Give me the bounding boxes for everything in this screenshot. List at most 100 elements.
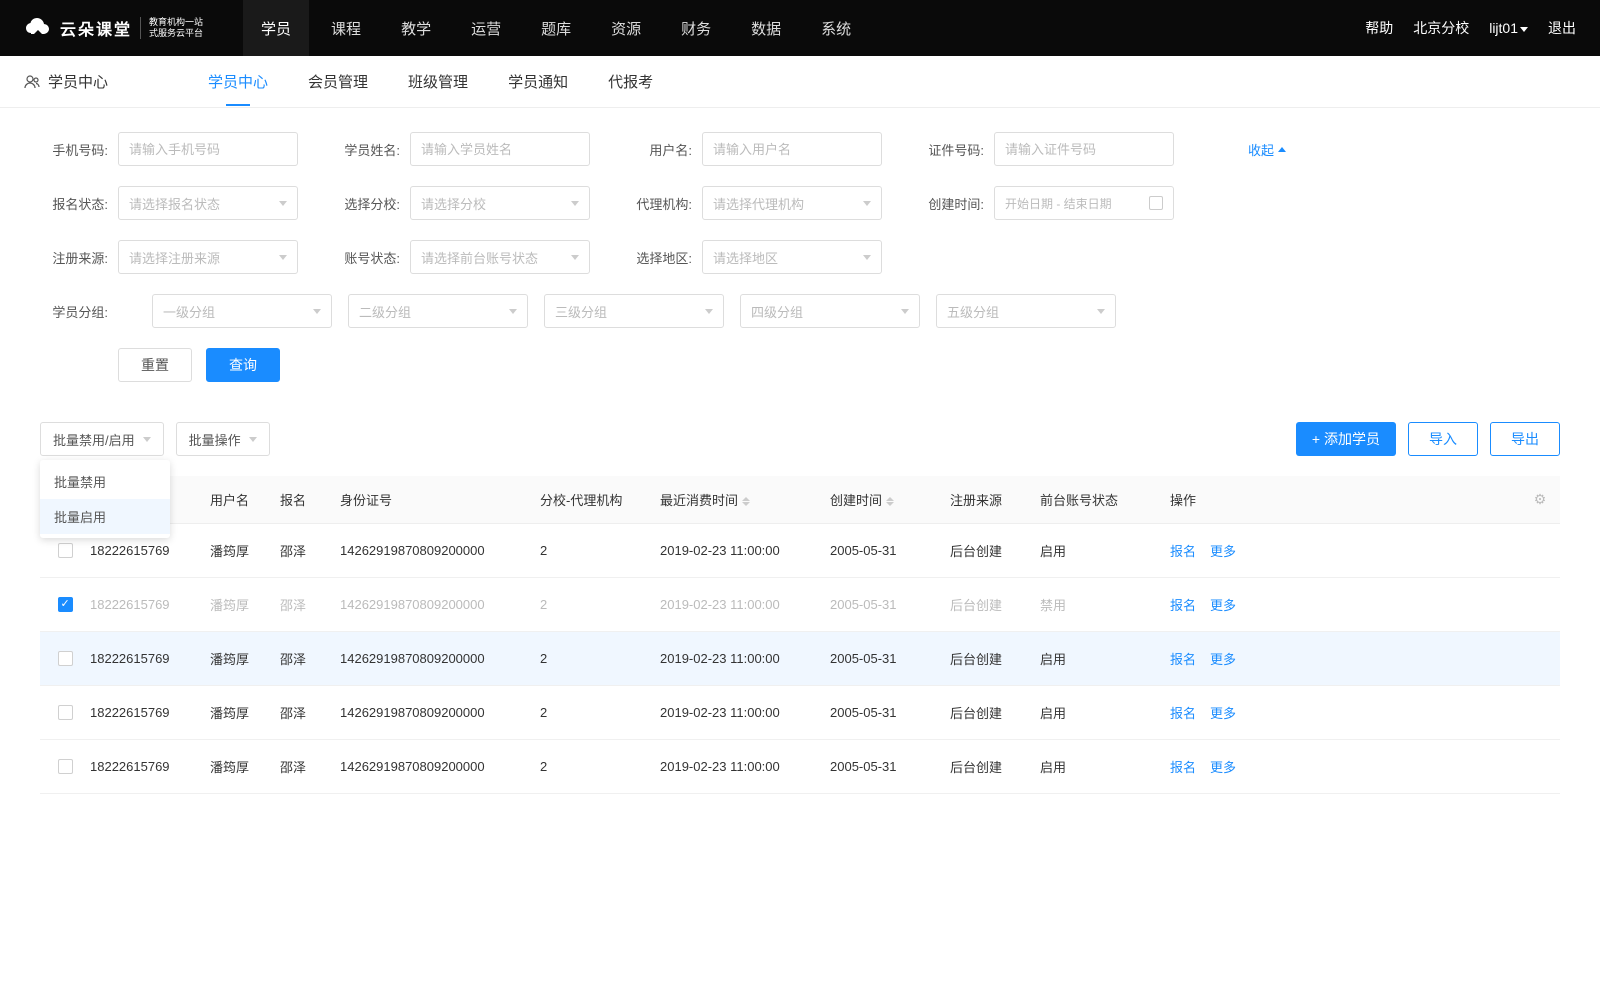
chevron-down-icon (901, 309, 909, 314)
chevron-down-icon (863, 255, 871, 260)
table-row: 18222615769潘筠厚邵泽142629198708092000002201… (40, 686, 1560, 740)
more-link[interactable]: 更多 (1210, 649, 1236, 668)
cell-source: 后台创建 (950, 757, 1040, 776)
logout-link[interactable]: 退出 (1548, 18, 1576, 38)
col-spend-header[interactable]: 最近消费时间 (660, 490, 830, 509)
sub-tab-0[interactable]: 学员中心 (208, 57, 268, 106)
add-student-button[interactable]: + 添加学员 (1296, 422, 1396, 456)
nav-item-2[interactable]: 教学 (383, 0, 449, 56)
cell-branch: 2 (540, 543, 660, 558)
table-row: 18222615769潘筠厚邵泽142629198708092000002201… (40, 740, 1560, 794)
accstatus-label: 账号状态: (332, 248, 400, 267)
col-action-header: 操作 (1160, 490, 1520, 509)
cell-branch: 2 (540, 705, 660, 720)
more-link[interactable]: 更多 (1210, 703, 1236, 722)
col-reg-header: 报名 (280, 490, 340, 509)
batch-disable-item[interactable]: 批量禁用 (40, 464, 170, 499)
user-menu[interactable]: lijt01 (1489, 20, 1528, 36)
cell-reg: 邵泽 (280, 703, 340, 722)
username-input[interactable] (702, 132, 882, 166)
reset-button[interactable]: 重置 (118, 348, 192, 382)
signup-link[interactable]: 报名 (1170, 649, 1196, 668)
gear-icon[interactable]: ⚙ (1534, 491, 1547, 508)
nav-item-0[interactable]: 学员 (243, 0, 309, 56)
group-select-0[interactable]: 一级分组 (152, 294, 332, 328)
cloud-icon (24, 17, 52, 39)
phone-label: 手机号码: (40, 140, 108, 159)
group-select-1[interactable]: 二级分组 (348, 294, 528, 328)
sub-tab-4[interactable]: 代报考 (608, 57, 653, 106)
filter-area: 手机号码: 学员姓名: 用户名: 证件号码: 收起 报名状态:请选择报名状态 选… (0, 108, 1600, 382)
sub-tab-2[interactable]: 班级管理 (408, 57, 468, 106)
signup-link[interactable]: 报名 (1170, 703, 1196, 722)
row-checkbox[interactable] (58, 759, 73, 774)
collapse-toggle[interactable]: 收起 (1248, 140, 1286, 159)
nav-item-8[interactable]: 系统 (803, 0, 869, 56)
createtime-picker[interactable]: 开始日期 - 结束日期 (994, 186, 1174, 220)
createtime-label: 创建时间: (916, 194, 984, 213)
nav-item-6[interactable]: 财务 (663, 0, 729, 56)
row-checkbox[interactable] (58, 597, 73, 612)
name-input[interactable] (410, 132, 590, 166)
regsource-select[interactable]: 请选择注册来源 (118, 240, 298, 274)
phone-input[interactable] (118, 132, 298, 166)
chevron-down-icon (863, 201, 871, 206)
sort-icon (886, 497, 894, 506)
cell-branch: 2 (540, 651, 660, 666)
cell-status: 启用 (1040, 541, 1160, 560)
row-checkbox[interactable] (58, 543, 73, 558)
accstatus-select[interactable]: 请选择前台账号状态 (410, 240, 590, 274)
brand-logo: 云朵课堂 教育机构一站 式服务云平台 (24, 16, 203, 40)
cell-spend: 2019-02-23 11:00:00 (660, 543, 830, 558)
agency-select[interactable]: 请选择代理机构 (702, 186, 882, 220)
regstatus-select[interactable]: 请选择报名状态 (118, 186, 298, 220)
agency-label: 代理机构: (624, 194, 692, 213)
batch-toggle-dropdown[interactable]: 批量禁用/启用 (40, 422, 164, 456)
row-checkbox[interactable] (58, 705, 73, 720)
cell-idcard: 14262919870809200000 (340, 759, 540, 774)
cell-reg: 邵泽 (280, 541, 340, 560)
cell-create: 2005-05-31 (830, 597, 950, 612)
cell-create: 2005-05-31 (830, 651, 950, 666)
more-link[interactable]: 更多 (1210, 757, 1236, 776)
signup-link[interactable]: 报名 (1170, 757, 1196, 776)
col-branch-header: 分校-代理机构 (540, 490, 660, 509)
users-icon (24, 74, 40, 90)
table-row: 18222615769潘筠厚邵泽142629198708092000002201… (40, 632, 1560, 686)
cell-source: 后台创建 (950, 595, 1040, 614)
row-checkbox[interactable] (58, 651, 73, 666)
nav-right: 帮助 北京分校 lijt01 退出 (1365, 18, 1576, 38)
chevron-down-icon (571, 201, 579, 206)
sub-tab-3[interactable]: 学员通知 (508, 57, 568, 106)
import-button[interactable]: 导入 (1408, 422, 1478, 456)
group-select-4[interactable]: 五级分组 (936, 294, 1116, 328)
branch-link[interactable]: 北京分校 (1413, 18, 1469, 38)
cell-phone: 18222615769 (90, 705, 210, 720)
signup-link[interactable]: 报名 (1170, 541, 1196, 560)
group-select-2[interactable]: 三级分组 (544, 294, 724, 328)
query-button[interactable]: 查询 (206, 348, 280, 382)
nav-item-3[interactable]: 运营 (453, 0, 519, 56)
more-link[interactable]: 更多 (1210, 541, 1236, 560)
batch-op-dropdown[interactable]: 批量操作 (176, 422, 270, 456)
nav-item-5[interactable]: 资源 (593, 0, 659, 56)
group-select-3[interactable]: 四级分组 (740, 294, 920, 328)
help-link[interactable]: 帮助 (1365, 18, 1393, 38)
col-create-header[interactable]: 创建时间 (830, 490, 950, 509)
nav-item-1[interactable]: 课程 (313, 0, 379, 56)
chevron-down-icon (143, 437, 151, 442)
nav-item-4[interactable]: 题库 (523, 0, 589, 56)
sub-tab-1[interactable]: 会员管理 (308, 57, 368, 106)
more-link[interactable]: 更多 (1210, 595, 1236, 614)
idcard-input[interactable] (994, 132, 1174, 166)
selbranch-select[interactable]: 请选择分校 (410, 186, 590, 220)
signup-link[interactable]: 报名 (1170, 595, 1196, 614)
cell-idcard: 14262919870809200000 (340, 597, 540, 612)
export-button[interactable]: 导出 (1490, 422, 1560, 456)
cell-spend: 2019-02-23 11:00:00 (660, 705, 830, 720)
region-select[interactable]: 请选择地区 (702, 240, 882, 274)
brand-name: 云朵课堂 (60, 16, 132, 40)
batch-enable-item[interactable]: 批量启用 (40, 499, 170, 534)
chevron-down-icon (571, 255, 579, 260)
nav-item-7[interactable]: 数据 (733, 0, 799, 56)
